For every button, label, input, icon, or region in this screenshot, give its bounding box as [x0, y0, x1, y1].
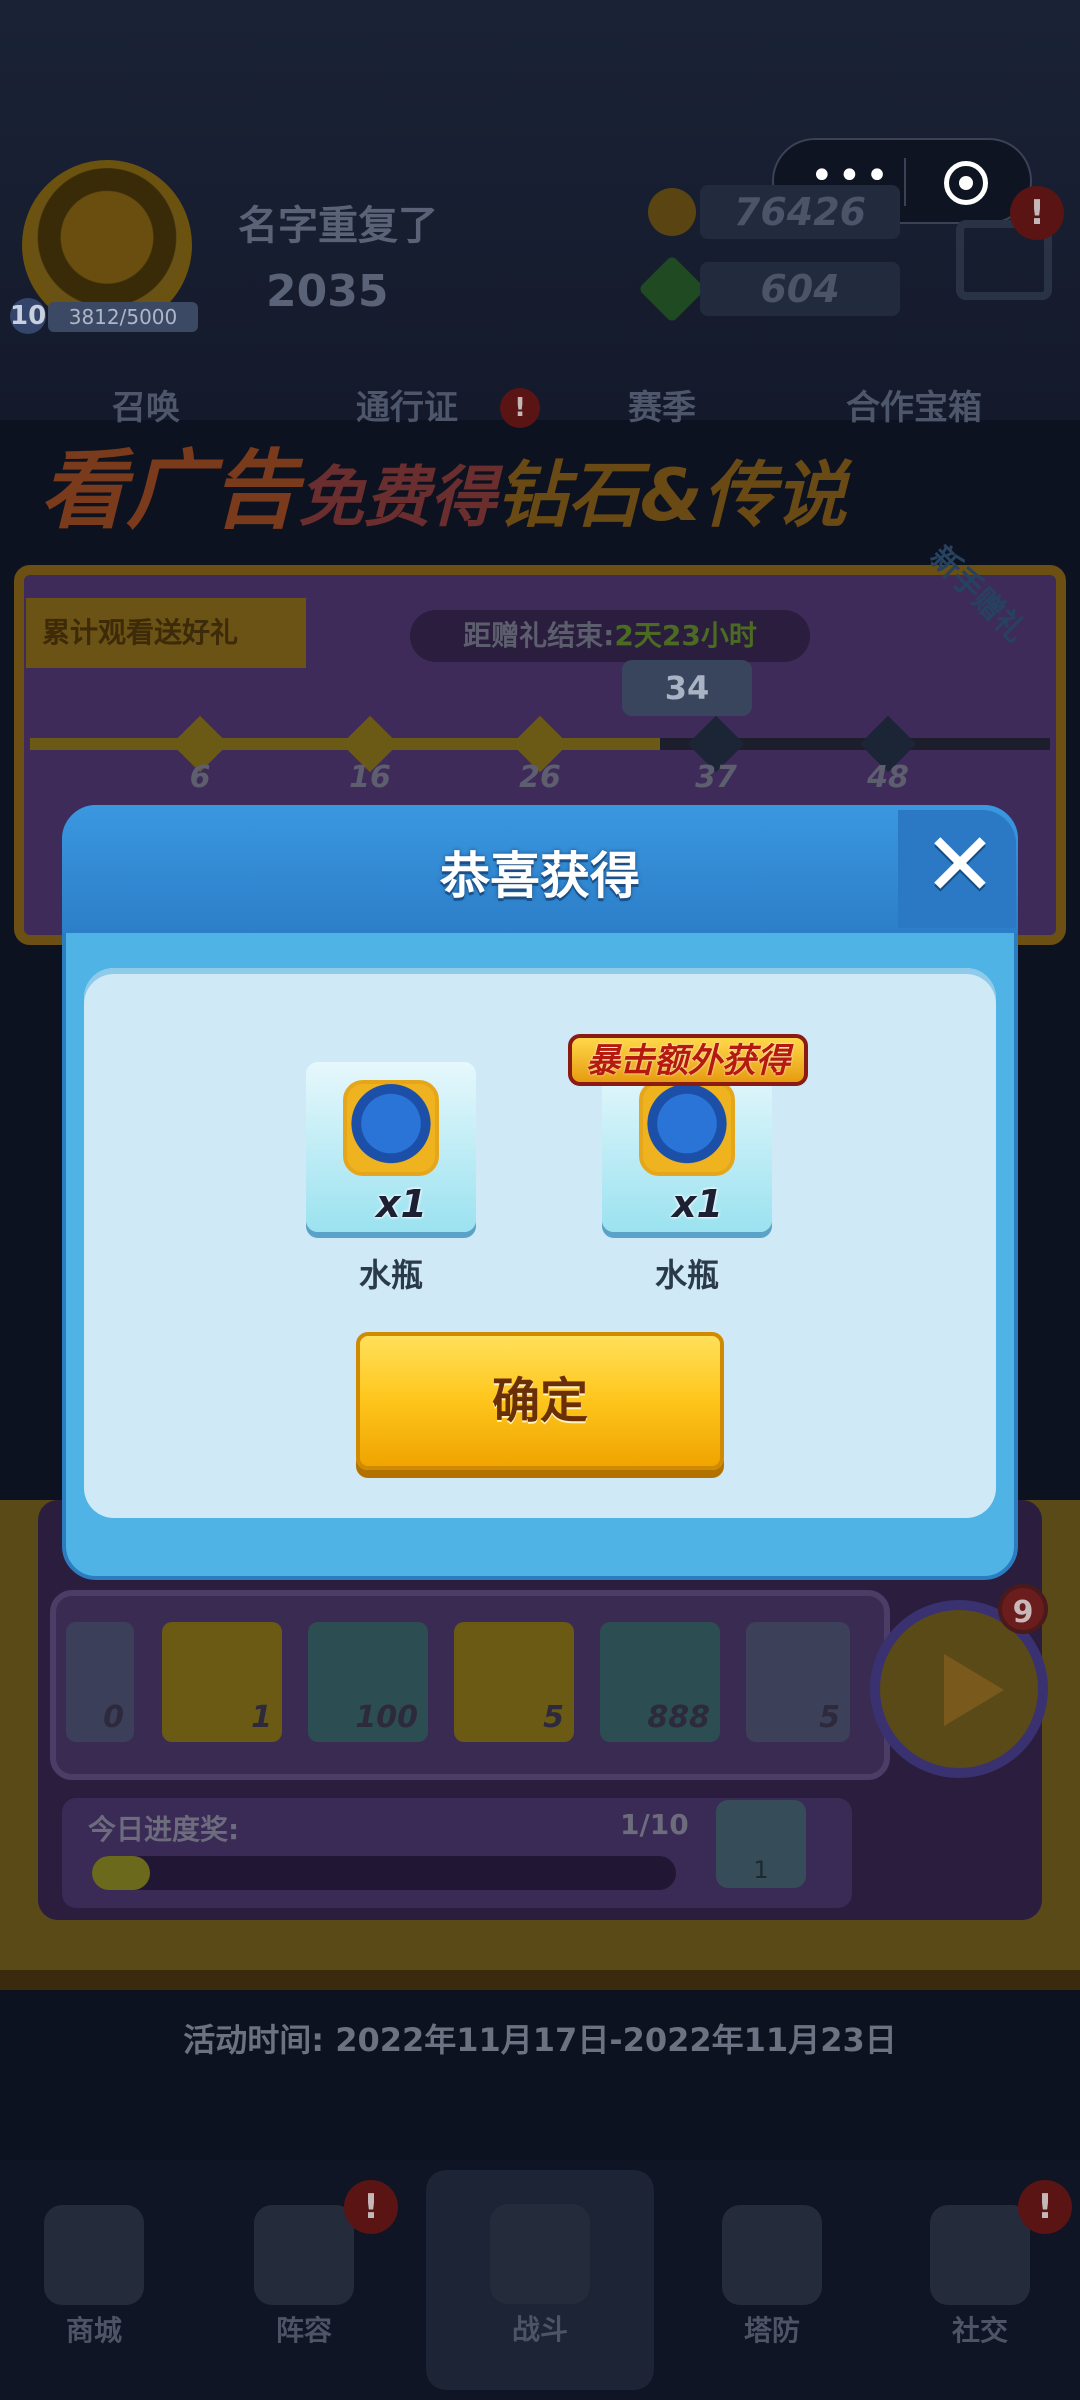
tower-defense-icon	[722, 2205, 822, 2305]
critical-bonus-label: 暴击额外获得	[568, 1034, 808, 1086]
capsule-divider	[904, 158, 906, 206]
reward-item[interactable]: 100	[308, 1622, 428, 1742]
reward-qty: x1	[672, 1182, 723, 1226]
milestone-label: 37	[695, 760, 737, 795]
player-name: 名字重复了	[238, 203, 438, 249]
event-countdown: 距赠礼结束:2天23小时	[410, 610, 810, 662]
nav-tower-label: 塔防	[743, 2314, 800, 2347]
confirm-label: 确定	[491, 1373, 588, 1429]
trophy-count: 2035	[266, 266, 389, 317]
nav-social-label: 社交	[951, 2314, 1008, 2347]
social-icon	[930, 2205, 1030, 2305]
play-count-badge: 9	[998, 1584, 1048, 1634]
xp-bar: 3812/5000	[48, 302, 198, 332]
gold-amount: 76426	[700, 185, 900, 239]
confirm-button[interactable]: 确定	[356, 1332, 724, 1470]
nav-shop-label: 商城	[65, 2314, 122, 2347]
nav-battle-label: 战斗	[511, 2313, 568, 2346]
reward-item-card[interactable]: x1	[306, 1062, 476, 1232]
close-icon: ✕	[923, 813, 997, 916]
daily-chest-reward[interactable]: 1	[716, 1800, 806, 1888]
event-banner: 看广告免费得钻石&传说	[40, 420, 1040, 541]
close-miniprogram-icon[interactable]	[944, 161, 988, 205]
milestone-label: 6	[189, 760, 211, 795]
gem-amount: 604	[700, 262, 900, 316]
nav-lineup-label: 阵容	[275, 2314, 332, 2347]
nav-battle[interactable]: 战斗	[426, 2170, 654, 2390]
activity-time: 活动时间: 2022年11月17日-2022年11月23日	[183, 2021, 897, 2059]
reward-item-card[interactable]: x1	[602, 1062, 772, 1232]
nav-tower-defense[interactable]: 塔防	[692, 2205, 852, 2365]
banner-title-c: 钻石&传说	[496, 453, 847, 537]
daily-progress-fill	[92, 1856, 151, 1890]
gold-coin-icon	[648, 188, 696, 236]
countdown-value: 2天23小时	[614, 619, 757, 652]
countdown-label: 距赠礼结束:	[463, 619, 615, 652]
menu-alert-icon: !	[1010, 186, 1064, 240]
event-ribbon: 累计观看送好礼	[26, 598, 306, 668]
daily-progress-label: 今日进度奖:	[88, 1813, 240, 1846]
reward-name: 水瓶	[654, 1256, 719, 1294]
reward-item[interactable]: 5	[746, 1622, 850, 1742]
daily-progress-value: 1/10	[620, 1808, 689, 1841]
water-bottle-icon	[639, 1080, 735, 1176]
shop-icon	[44, 2205, 144, 2305]
daily-progress-bar	[92, 1856, 676, 1890]
reward-modal-title: 恭喜获得	[440, 847, 640, 905]
crossed-swords-icon	[490, 2204, 590, 2304]
water-bottle-icon	[343, 1080, 439, 1176]
social-alert-icon: !	[1018, 2180, 1072, 2234]
reward-name: 水瓶	[358, 1256, 423, 1294]
current-progress-bubble: 34	[622, 660, 752, 716]
close-button[interactable]: ✕	[898, 810, 1016, 928]
stage-floor	[0, 1970, 1080, 1990]
reward-item[interactable]: 888	[600, 1622, 720, 1742]
milestone-label: 26	[519, 760, 561, 795]
lineup-alert-icon: !	[344, 2180, 398, 2234]
reward-qty: x1	[376, 1182, 427, 1226]
banner-title-b: 免费得	[298, 459, 496, 536]
player-level-badge: 10	[10, 298, 46, 334]
nav-shop[interactable]: 商城	[14, 2205, 174, 2365]
milestone-label: 48	[867, 760, 909, 795]
reward-item[interactable]: 0	[66, 1622, 134, 1742]
banner-title-a: 看广告	[40, 441, 298, 541]
reward-item[interactable]: 5	[454, 1622, 574, 1742]
milestone-label: 16	[349, 760, 391, 795]
lineup-icon	[254, 2205, 354, 2305]
reward-item[interactable]: 1	[162, 1622, 282, 1742]
